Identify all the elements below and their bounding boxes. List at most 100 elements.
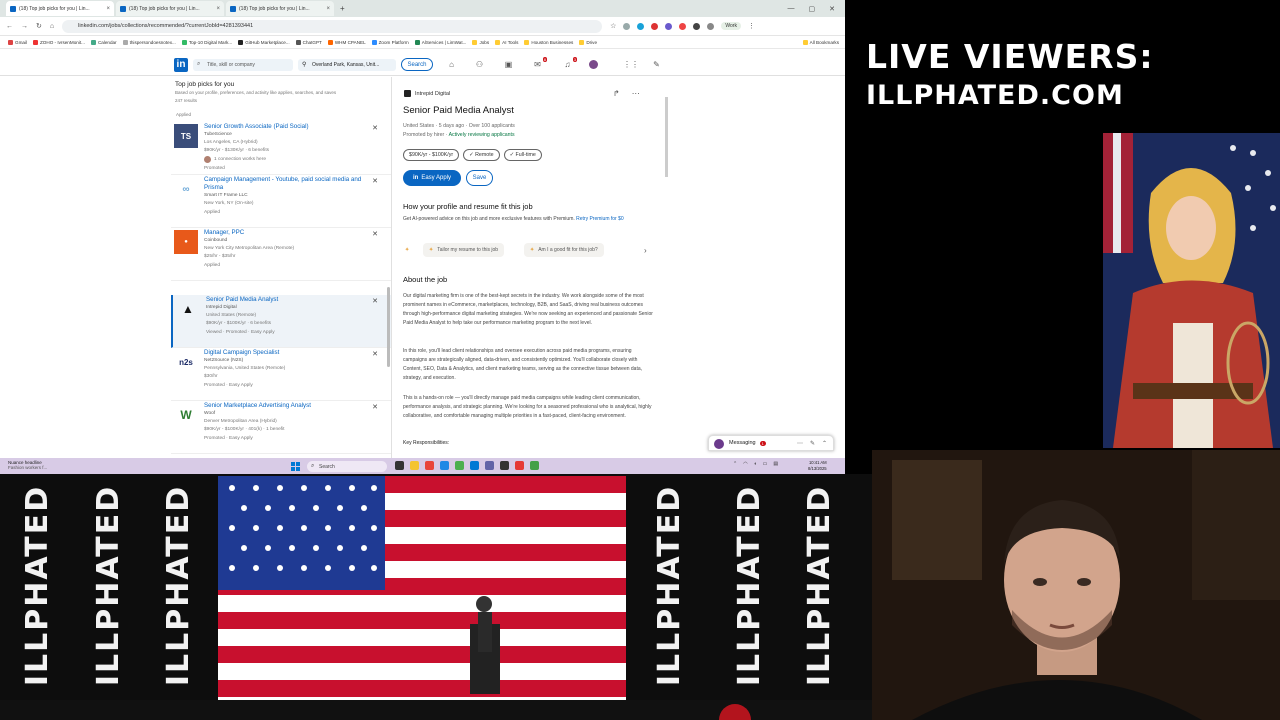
premium-link[interactable]: Retry Premium for $0 — [576, 216, 624, 222]
profile-button[interactable]: Work — [721, 22, 741, 30]
minimize-icon[interactable]: — — [788, 5, 795, 13]
salary-pill[interactable]: $90K/yr - $100K/yr — [403, 149, 460, 161]
news-widget[interactable]: Nuance headline Fashion workers f... — [8, 460, 47, 470]
dismiss-icon[interactable]: ✕ — [372, 230, 378, 238]
job-title-link[interactable]: Senior Growth Associate (Paid Social) — [204, 123, 364, 131]
bookmark[interactable]: thispersondoesnotex... — [122, 39, 176, 45]
bookmark[interactable]: ChatGPT — [295, 39, 322, 45]
window-close-icon[interactable]: ✕ — [829, 5, 835, 13]
save-button[interactable]: Save — [466, 170, 493, 186]
notification-icon[interactable]: ▤ — [773, 461, 778, 467]
more-options-icon[interactable]: ⋯ — [632, 89, 640, 98]
network-icon[interactable]: ◠ — [743, 461, 747, 467]
bookmark[interactable]: GitHub Marketplace... — [238, 39, 290, 45]
app-icon[interactable] — [425, 461, 434, 470]
chevron-right-icon[interactable]: › — [638, 243, 653, 257]
extension-icon[interactable] — [679, 22, 687, 30]
bookmark[interactable]: ZOHO - IvrsenMonit... — [33, 39, 85, 45]
tailor-resume-chip[interactable]: ✦ Tailor my resume to this job — [423, 243, 505, 257]
outlook-icon[interactable] — [470, 461, 479, 470]
new-tab-icon[interactable]: + — [340, 4, 345, 13]
close-icon[interactable]: × — [106, 6, 110, 12]
volume-icon[interactable]: ◖ — [754, 461, 757, 467]
dismiss-icon[interactable]: ✕ — [372, 124, 378, 132]
job-title-link[interactable]: Senior Marketplace Advertising Analyst — [204, 402, 364, 410]
taskbar-clock[interactable]: 10:41 AM 8/13/2025 — [808, 460, 827, 471]
file-explorer-icon[interactable] — [410, 461, 419, 470]
menu-icon[interactable]: ⋮ — [748, 22, 755, 30]
more-icon[interactable]: ⋯ — [797, 440, 803, 447]
job-title-link[interactable]: Campaign Management - Youtube, paid soci… — [204, 176, 364, 192]
close-icon[interactable]: × — [326, 6, 330, 12]
browser-tab[interactable]: (18) Top job picks for you | Lin... × — [6, 1, 114, 16]
chevron-up-icon[interactable]: ⌃ — [822, 440, 827, 447]
job-card[interactable]: ∞ Campaign Management - Youtube, paid so… — [171, 175, 391, 228]
bookmark[interactable]: Jobs — [472, 39, 489, 45]
reload-icon[interactable]: ↻ — [36, 22, 42, 30]
me-avatar-icon[interactable] — [589, 60, 598, 69]
linkedin-logo-icon[interactable]: in — [174, 58, 188, 72]
bookmark[interactable]: Zoom Platform — [371, 39, 409, 45]
bookmark[interactable]: Gmail — [8, 39, 27, 45]
bookmark[interactable]: Top-10 Digital Mark... — [181, 39, 232, 45]
bookmark[interactable]: AI Tools — [495, 39, 518, 45]
post-job-icon[interactable]: ✎ — [652, 60, 661, 69]
bookmark[interactable]: Calendar — [90, 39, 117, 45]
bookmark[interactable]: WHM CPANEL — [327, 39, 366, 45]
maximize-icon[interactable]: ▢ — [809, 5, 816, 13]
remote-pill[interactable]: ✓ Remote — [463, 149, 500, 161]
chrome-icon[interactable] — [455, 461, 464, 470]
extension-icon[interactable] — [651, 22, 659, 30]
back-icon[interactable]: ← — [6, 23, 13, 30]
job-card-selected[interactable]: ▲ Senior Paid Media Analyst Intrepid Dig… — [171, 295, 391, 348]
job-card[interactable]: ● Manager, PPC Coinbound New York City M… — [171, 228, 391, 281]
job-title-link[interactable]: Senior Paid Media Analyst — [206, 296, 366, 304]
bookmark[interactable]: All Bookmarks — [802, 39, 845, 45]
browser-tab[interactable]: (18) Top job picks for you | Lin... × — [116, 1, 224, 16]
apps-grid-icon[interactable]: ⋮⋮ — [623, 60, 639, 69]
fulltime-pill[interactable]: ✓ Full-time — [503, 149, 542, 161]
home-icon[interactable]: ⌂ — [50, 23, 54, 30]
extensions-puzzle-icon[interactable] — [707, 22, 715, 30]
dismiss-icon[interactable]: ✕ — [372, 297, 378, 305]
extension-icon[interactable] — [665, 22, 673, 30]
messaging-bar[interactable]: Messaging 1 ⋯ ✎ ⌃ — [708, 435, 834, 451]
windows-start-icon[interactable] — [291, 462, 300, 471]
detail-company[interactable]: Intrepid Digital — [404, 90, 450, 97]
job-title-link[interactable]: Manager, PPC — [204, 229, 364, 237]
job-title-link[interactable]: Digital Campaign Specialist — [204, 349, 364, 357]
bookmark[interactable]: Drive — [579, 39, 597, 45]
search-button[interactable]: Search — [401, 58, 433, 71]
job-card[interactable]: W Senior Marketplace Advertising Analyst… — [171, 401, 391, 454]
extension-icon[interactable] — [637, 22, 645, 30]
battery-icon[interactable]: ▭ — [763, 461, 768, 467]
url-field[interactable]: linkedin.com/jobs/collections/recommende… — [62, 19, 603, 33]
list-scrollbar[interactable] — [387, 287, 390, 367]
dismiss-icon[interactable]: ✕ — [372, 350, 378, 358]
fit-check-chip[interactable]: ✦ Am I a good fit for this job? — [524, 243, 604, 257]
bookmark[interactable]: AlServices | LimWat... — [414, 39, 466, 45]
network-nav-icon[interactable]: ⚇ — [475, 60, 484, 69]
extension-icon[interactable] — [693, 22, 701, 30]
task-view-icon[interactable] — [395, 461, 404, 470]
job-card[interactable]: TS Senior Growth Associate (Paid Social)… — [171, 122, 391, 175]
tray-chevron-icon[interactable]: ⌃ — [733, 461, 737, 467]
chrome-icon[interactable] — [530, 461, 539, 470]
extension-icon[interactable] — [623, 22, 631, 30]
teams-icon[interactable] — [485, 461, 494, 470]
share-icon[interactable]: ↱ — [613, 89, 620, 98]
home-nav-icon[interactable]: ⌂ — [447, 60, 456, 69]
dismiss-icon[interactable]: ✕ — [372, 403, 378, 411]
app-icon[interactable] — [500, 461, 509, 470]
bookmark[interactable]: Houston Businesses — [524, 39, 573, 45]
close-icon[interactable]: × — [216, 6, 220, 12]
forward-icon[interactable]: → — [21, 23, 28, 30]
job-card[interactable]: n2s Digital Campaign Specialist Net2Sour… — [171, 348, 391, 401]
app-icon[interactable] — [515, 461, 524, 470]
notifications-nav-icon[interactable]: ♫ 3 — [563, 57, 577, 69]
location-input[interactable]: ⚲ Overland Park, Kansas, Unit... — [298, 59, 396, 71]
detail-scrollbar[interactable] — [665, 77, 685, 458]
easy-apply-button[interactable]: in Easy Apply — [403, 170, 461, 186]
compose-icon[interactable]: ✎ — [810, 440, 815, 447]
edge-icon[interactable] — [440, 461, 449, 470]
